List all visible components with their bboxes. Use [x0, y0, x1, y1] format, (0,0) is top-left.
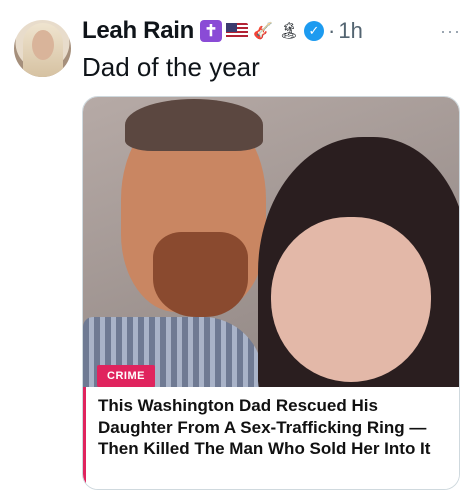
us-flag-icon	[226, 20, 248, 42]
card-headline[interactable]: This Washington Dad Rescued His Daughter…	[83, 387, 459, 489]
palm-island-icon: 🏝	[278, 23, 300, 40]
latin-cross-icon: ✝	[200, 20, 222, 42]
more-options-icon[interactable]: ···	[440, 21, 461, 42]
name-emojis: ✝ 🎸 🏝	[200, 20, 300, 42]
separator-dot: ·	[328, 18, 336, 43]
tweet-text: Dad of the year	[82, 52, 260, 82]
tweet-header: Leah Rain ✝ 🎸 🏝 ✓ · 1h ···	[82, 14, 461, 48]
category-badge: CRIME	[97, 365, 155, 387]
verified-badge-icon[interactable]: ✓	[304, 21, 324, 41]
photo-man-hair	[125, 99, 263, 151]
avatar[interactable]	[14, 20, 71, 77]
avatar-face	[32, 30, 54, 60]
photo-man-beard	[153, 232, 248, 317]
guitar-icon: 🎸	[253, 23, 273, 40]
photo-girl-face	[271, 217, 431, 382]
card-photo	[83, 97, 459, 407]
link-card[interactable]: CRIME This Washington Dad Rescued His Da…	[82, 96, 460, 490]
tweet-time[interactable]: 1h	[338, 18, 362, 44]
author-name[interactable]: Leah Rain	[82, 17, 194, 45]
